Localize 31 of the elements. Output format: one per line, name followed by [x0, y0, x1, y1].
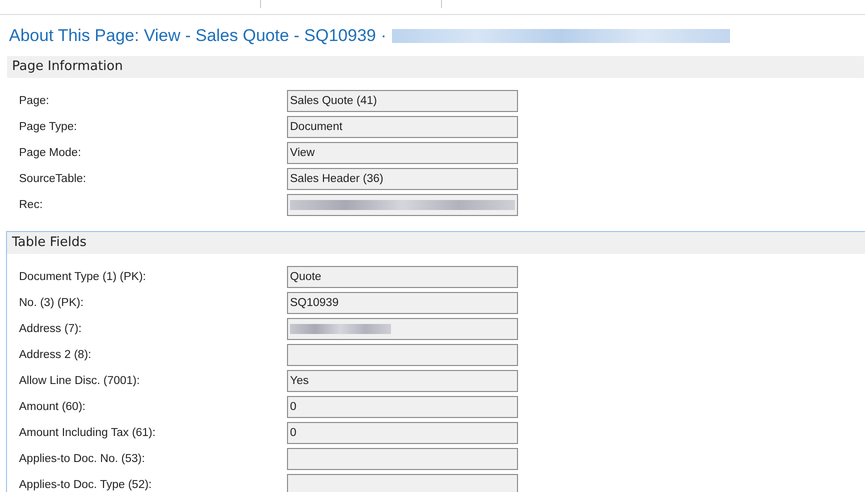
field-box[interactable]: SQ10939: [287, 292, 518, 314]
field-label: No. (3) (PK):: [18, 297, 85, 309]
field-box[interactable]: [287, 448, 518, 470]
field-box[interactable]: Document: [287, 116, 518, 138]
field-label: Address 2 (8):: [18, 349, 92, 361]
field-label: Page Type:: [18, 121, 78, 133]
field-label: Page:: [18, 95, 50, 107]
field-label: Rec:: [18, 199, 44, 211]
section-header[interactable]: Page Information: [7, 56, 864, 78]
field-box[interactable]: 0: [287, 396, 518, 418]
field-label: Applies-to Doc. No. (53):: [18, 453, 146, 465]
field-box[interactable]: Yes: [287, 370, 518, 392]
field-label: Document Type (1) (PK):: [18, 271, 147, 283]
field-label: Address (7):: [18, 323, 83, 335]
field-label: Allow Line Disc. (7001):: [18, 375, 141, 387]
field-label: SourceTable:: [18, 173, 88, 185]
field-box[interactable]: View: [287, 142, 518, 164]
field-box[interactable]: [287, 318, 518, 340]
field-box[interactable]: [287, 344, 518, 366]
field-box[interactable]: 0: [287, 422, 518, 444]
field-label: Amount (60):: [18, 401, 86, 413]
field-box[interactable]: Sales Quote (41): [287, 90, 518, 112]
field-label: Amount Including Tax (61):: [18, 427, 157, 439]
field-box[interactable]: Quote: [287, 266, 518, 288]
field-label: Page Mode:: [18, 147, 82, 159]
field-box[interactable]: [287, 474, 518, 492]
field-label: Applies-to Doc. Type (52):: [18, 479, 153, 491]
section-header[interactable]: Table Fields: [7, 232, 865, 254]
field-box[interactable]: Sales Header (36): [287, 168, 518, 190]
page-title: About This Page: View - Sales Quote - SQ10939 ·: [9, 26, 386, 46]
field-box[interactable]: [287, 194, 518, 216]
